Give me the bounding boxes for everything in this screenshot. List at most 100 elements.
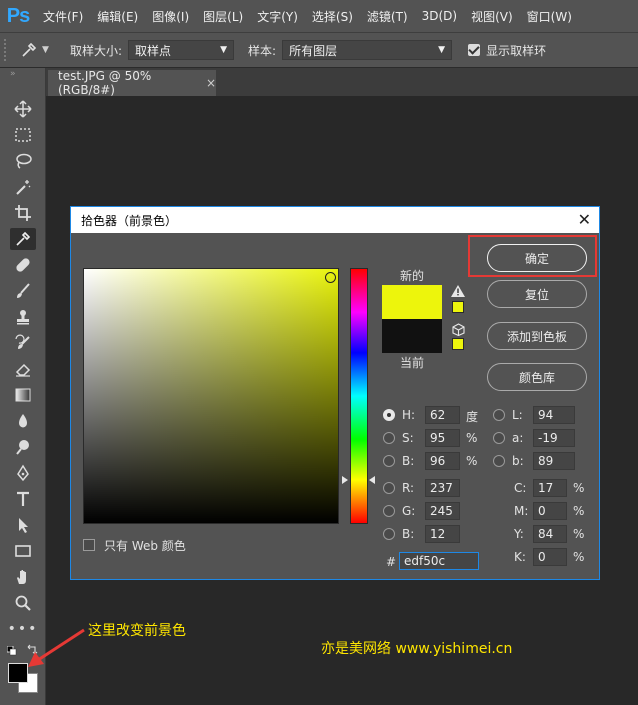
sample-label: 样本: xyxy=(248,43,277,58)
brush-tool[interactable] xyxy=(10,280,36,302)
hue-field[interactable]: 62 xyxy=(425,406,460,424)
menu-window[interactable]: 窗口(W) xyxy=(520,8,579,25)
menu-layer[interactable]: 图层(L) xyxy=(196,8,250,25)
menu-type[interactable]: 文字(Y) xyxy=(250,8,305,25)
sample-size-select[interactable]: 取样点 ▼ xyxy=(128,40,235,60)
web-colors-only-checkbox[interactable] xyxy=(83,539,95,551)
zoom-icon xyxy=(15,595,31,611)
gradient-icon xyxy=(15,388,31,402)
new-color-swatch xyxy=(382,285,442,319)
magenta-unit: % xyxy=(573,504,585,518)
crop-tool[interactable] xyxy=(10,202,36,224)
document-tab-bar: test.JPG @ 50%(RGB/8#) × xyxy=(46,68,638,97)
document-tab-title: test.JPG @ 50%(RGB/8#) xyxy=(58,69,152,97)
red-radio[interactable] xyxy=(383,482,395,494)
hue-label: H: xyxy=(402,408,416,422)
current-color-label: 当前 xyxy=(400,356,425,370)
menu-3d[interactable]: 3D(D) xyxy=(415,9,464,23)
current-color-swatch[interactable] xyxy=(382,319,442,353)
lab-b-field[interactable]: 89 xyxy=(533,452,575,470)
eyedropper-tool[interactable] xyxy=(10,228,36,250)
menu-edit[interactable]: 编辑(E) xyxy=(90,8,145,25)
hex-field[interactable]: edf50c xyxy=(399,552,479,570)
type-tool[interactable] xyxy=(10,488,36,510)
magic-wand-tool[interactable] xyxy=(10,176,36,198)
default-colors-icon[interactable] xyxy=(6,645,17,659)
web-safe-color-swatch[interactable] xyxy=(452,338,464,350)
tool-preset-picker[interactable]: ▼ xyxy=(20,41,56,59)
color-libraries-button[interactable]: 颜色库 xyxy=(487,363,587,391)
dodge-tool[interactable] xyxy=(10,436,36,458)
hue-radio[interactable] xyxy=(383,409,395,421)
color-picker-marker[interactable] xyxy=(325,272,336,283)
marquee-tool[interactable] xyxy=(10,124,36,146)
menu-image[interactable]: 图像(I) xyxy=(145,8,196,25)
gradient-tool[interactable] xyxy=(10,384,36,406)
document-tab[interactable]: test.JPG @ 50%(RGB/8#) × xyxy=(48,69,216,97)
lab-b-label: b: xyxy=(512,454,524,468)
cyan-field[interactable]: 17 xyxy=(533,479,567,497)
hand-tool[interactable] xyxy=(10,566,36,588)
blue-radio[interactable] xyxy=(383,528,395,540)
path-selection-tool[interactable] xyxy=(10,514,36,536)
lasso-tool[interactable] xyxy=(10,150,36,172)
hue-slider[interactable] xyxy=(350,268,368,524)
menu-select[interactable]: 选择(S) xyxy=(305,8,360,25)
stamp-icon xyxy=(17,310,29,325)
saturation-radio[interactable] xyxy=(383,432,395,444)
eraser-icon xyxy=(15,363,31,377)
brightness-label: B: xyxy=(402,454,415,468)
clone-stamp-tool[interactable] xyxy=(10,306,36,328)
show-ring-checkbox[interactable] xyxy=(468,44,481,56)
zoom-tool[interactable] xyxy=(10,592,36,614)
green-radio[interactable] xyxy=(383,505,395,517)
pen-tool[interactable] xyxy=(10,462,36,484)
lab-l-field[interactable]: 94 xyxy=(533,406,575,424)
yellow-field[interactable]: 84 xyxy=(533,525,567,543)
web-safe-cube-icon xyxy=(452,323,465,336)
green-field[interactable]: 245 xyxy=(425,502,460,520)
eraser-tool[interactable] xyxy=(10,358,36,380)
brightness-radio[interactable] xyxy=(383,455,395,467)
foreground-color-swatch[interactable] xyxy=(8,663,28,683)
lab-b-radio[interactable] xyxy=(493,455,505,467)
panel-collapse-icon[interactable]: » xyxy=(0,68,45,80)
hue-unit: 度 xyxy=(466,410,479,424)
move-tool[interactable] xyxy=(10,98,36,120)
color-picker-dialog: 拾色器（前景色） ✕ 新的 当前 确定 复位 添加到色板 颜色库 H: 62 度… xyxy=(70,206,600,580)
red-field[interactable]: 237 xyxy=(425,479,460,497)
close-icon[interactable]: × xyxy=(206,76,216,90)
sample-size-value: 取样点 xyxy=(135,43,172,58)
brightness-field[interactable]: 96 xyxy=(425,452,460,470)
dialog-titlebar[interactable]: 拾色器（前景色） ✕ xyxy=(71,207,599,233)
healing-brush-tool[interactable] xyxy=(10,254,36,276)
add-to-swatches-button[interactable]: 添加到色板 xyxy=(487,322,587,350)
hue-slider-handle-right[interactable] xyxy=(369,476,375,484)
hue-slider-handle-left[interactable] xyxy=(342,476,348,484)
ok-button[interactable]: 确定 xyxy=(487,244,587,272)
rectangle-tool[interactable] xyxy=(10,540,36,562)
menu-filter[interactable]: 滤镜(T) xyxy=(360,8,415,25)
saturation-brightness-field[interactable] xyxy=(83,268,339,524)
magenta-field[interactable]: 0 xyxy=(533,502,567,520)
lab-a-field[interactable]: -19 xyxy=(533,429,575,447)
gamut-color-swatch[interactable] xyxy=(452,301,464,313)
crop-icon xyxy=(15,205,31,221)
history-brush-tool[interactable] xyxy=(10,332,36,354)
marquee-icon xyxy=(15,128,31,142)
menu-file[interactable]: 文件(F) xyxy=(36,8,90,25)
lab-l-radio[interactable] xyxy=(493,409,505,421)
lab-l-label: L: xyxy=(512,408,523,422)
blur-tool[interactable] xyxy=(10,410,36,432)
blue-field[interactable]: 12 xyxy=(425,525,460,543)
close-icon[interactable]: ✕ xyxy=(578,210,591,229)
sample-select[interactable]: 所有图层 ▼ xyxy=(282,40,453,60)
menu-view[interactable]: 视图(V) xyxy=(464,8,520,25)
options-grip[interactable] xyxy=(4,39,10,61)
lab-a-radio[interactable] xyxy=(493,432,505,444)
black-field[interactable]: 0 xyxy=(533,548,567,566)
yellow-label: Y: xyxy=(514,527,524,541)
cyan-unit: % xyxy=(573,481,585,495)
saturation-field[interactable]: 95 xyxy=(425,429,460,447)
reset-button[interactable]: 复位 xyxy=(487,280,587,308)
